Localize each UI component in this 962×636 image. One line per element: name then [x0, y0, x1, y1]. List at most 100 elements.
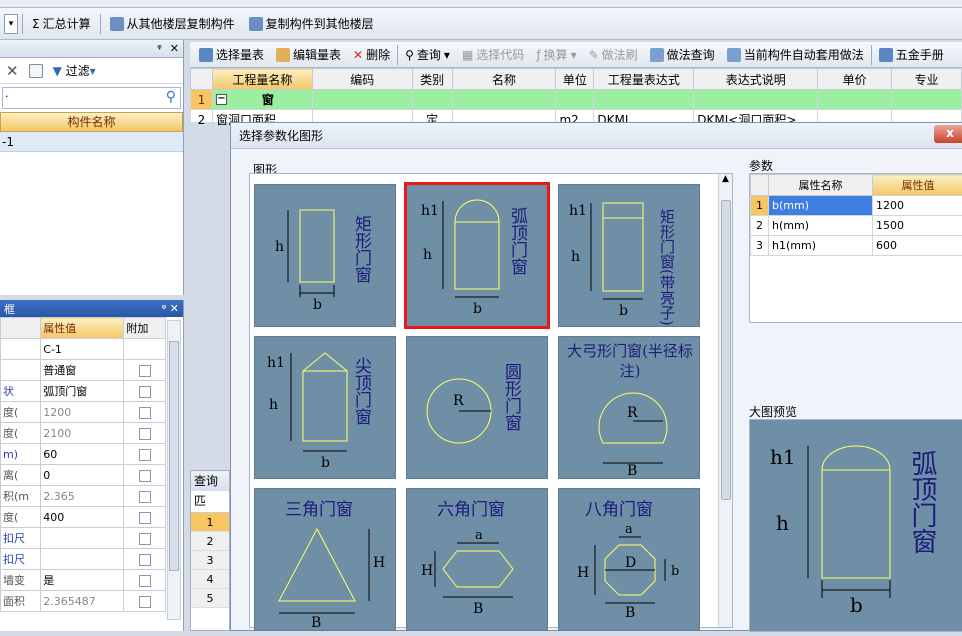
preview-title: 弧顶门窗 [907, 450, 937, 554]
svg-text:R: R [627, 405, 638, 421]
table-row[interactable]: 状弧顶门窗 [1, 381, 166, 402]
param-value[interactable]: 1500 [873, 216, 962, 236]
checkbox[interactable] [139, 386, 151, 398]
table-row[interactable]: 度(400 [1, 507, 166, 528]
property-value[interactable] [41, 549, 124, 570]
property-value[interactable]: 0 [41, 465, 124, 486]
checkbox[interactable] [139, 470, 151, 482]
shape-tile-rect[interactable]: h b 矩形门窗 [254, 184, 396, 327]
property-value[interactable]: 2100 [41, 423, 124, 444]
svg-text:h: h [571, 249, 580, 265]
copy-to-floor-button[interactable]: 复制构件到其他楼层 [244, 13, 379, 34]
table-row[interactable]: 普通窗 [1, 360, 166, 381]
shape-tile-arc-top[interactable]: h1 h b 弧顶门窗 [406, 184, 548, 327]
property-value[interactable]: 2.365487 [41, 591, 124, 612]
delete-button[interactable]: ✕删除 [348, 44, 395, 65]
list-item[interactable]: 5 [191, 589, 229, 608]
table-row[interactable]: 2h(mm)1500 [751, 216, 962, 236]
close-button[interactable]: x [934, 125, 962, 143]
checkbox[interactable] [139, 554, 151, 566]
code-icon: ▦ [462, 48, 473, 62]
checkbox[interactable] [139, 428, 151, 440]
param-value[interactable]: 600 [873, 236, 962, 256]
property-value[interactable]: 普通窗 [41, 360, 124, 381]
close-icon[interactable]: ✕ [170, 42, 179, 55]
table-row[interactable]: 扣尺 [1, 528, 166, 549]
vertical-scrollbar[interactable] [167, 320, 181, 620]
query-button[interactable]: ⚲查询▾ [400, 44, 455, 65]
search-icon[interactable]: ⚲ [166, 89, 176, 105]
property-value[interactable]: 1200 [41, 402, 124, 423]
pin-icon[interactable]: ᵠ [157, 42, 162, 55]
table-row[interactable]: 扣尺 [1, 549, 166, 570]
table-row[interactable]: 度(2100 [1, 423, 166, 444]
checkbox[interactable] [139, 512, 151, 524]
checkbox[interactable] [139, 596, 151, 608]
filter-button[interactable]: ▼ 过滤▾ [53, 62, 96, 79]
checkbox[interactable] [139, 365, 151, 377]
shape-tile-hexagon[interactable]: a H B 六角门窗 [406, 488, 548, 631]
table-row[interactable]: 积(m2.365 [1, 486, 166, 507]
scroll-up-icon[interactable]: ▲ [719, 174, 732, 184]
auto-apply-button[interactable]: 当前构件自动套用做法 [722, 44, 869, 65]
list-item[interactable]: 2 [191, 532, 229, 551]
table-row[interactable]: 度(1200 [1, 402, 166, 423]
sum-calc-button[interactable]: Σ汇总计算 [27, 13, 96, 34]
svg-text:b: b [321, 455, 330, 471]
shape-tile-octagon[interactable]: a D H b B 八角门窗 [558, 488, 700, 631]
property-value[interactable]: 2.365 [41, 486, 124, 507]
shape-tile-pointed[interactable]: h1 h b 尖顶门窗 [254, 336, 396, 479]
table-row[interactable]: 1b(mm)1200 [751, 196, 962, 216]
property-value[interactable]: 弧顶门窗 [41, 381, 124, 402]
shape-tile-triangle[interactable]: H B 三角门窗 [254, 488, 396, 631]
list-item[interactable]: -1 [0, 132, 183, 152]
property-value[interactable]: 60 [41, 444, 124, 465]
shape-tile-circle[interactable]: R 圆形门窗 [406, 336, 548, 479]
dropdown-arrow-icon[interactable]: ▾ [4, 14, 18, 34]
checkbox[interactable] [139, 533, 151, 545]
shape-tile-rect-transom[interactable]: h1 h b 矩形门窗(带亮子) [558, 184, 700, 327]
delete-icon[interactable]: ✕ [6, 62, 19, 80]
copy-from-floor-button[interactable]: 从其他楼层复制构件 [105, 13, 240, 34]
property-value[interactable]: 400 [41, 507, 124, 528]
property-value[interactable]: C-1 [41, 339, 124, 360]
table-row[interactable]: C-1 [1, 339, 166, 360]
gallery-scrollbar[interactable]: ▲ [718, 174, 732, 627]
table-row[interactable]: 离(0 [1, 465, 166, 486]
table-row[interactable]: 墙变是 [1, 570, 166, 591]
property-value[interactable]: 是 [41, 570, 124, 591]
checkbox[interactable] [139, 575, 151, 587]
property-name [1, 339, 41, 360]
select-code-button[interactable]: ▦选择代码 [457, 44, 529, 65]
brush-icon: ✎ [589, 48, 599, 62]
property-value[interactable] [41, 528, 124, 549]
method-query-button[interactable]: 做法查询 [645, 44, 720, 65]
table-row[interactable]: 1 −窗 [191, 90, 962, 110]
collapse-icon[interactable]: − [216, 94, 227, 105]
checkbox[interactable] [139, 407, 151, 419]
select-qty-button[interactable]: 选择量表 [194, 44, 269, 65]
hardware-manual-button[interactable]: 五金手册 [874, 44, 949, 65]
table-row[interactable]: 面积2.365487 [1, 591, 166, 612]
svg-text:a: a [625, 522, 633, 537]
tile-label: 大弓形门窗(半径标注) [563, 341, 697, 381]
list-item[interactable]: 3 [191, 551, 229, 570]
svg-text:a: a [475, 528, 483, 543]
edit-qty-button[interactable]: 编辑量表 [271, 44, 346, 65]
shape-tile-big-arc[interactable]: R B 大弓形门窗(半径标注) [558, 336, 700, 479]
copy-icon[interactable] [29, 64, 43, 78]
list-item[interactable]: 4 [191, 570, 229, 589]
method-brush-button[interactable]: ✎做法刷 [584, 44, 643, 65]
dialog-title: 选择参数化图形 [231, 123, 962, 149]
convert-button[interactable]: ƒ换算▾ [531, 44, 581, 65]
list-item[interactable]: 1 [191, 513, 229, 532]
checkbox[interactable] [139, 449, 151, 461]
param-value[interactable]: 1200 [873, 196, 962, 216]
table-row[interactable]: m)60 [1, 444, 166, 465]
close-icon[interactable]: ᵠ ✕ [162, 302, 179, 315]
search-input[interactable]: · ⚲ [2, 87, 181, 109]
checkbox[interactable] [139, 491, 151, 503]
method-icon [650, 48, 664, 62]
table-row[interactable]: 3h1(mm)600 [751, 236, 962, 256]
property-name: 度( [1, 423, 41, 444]
